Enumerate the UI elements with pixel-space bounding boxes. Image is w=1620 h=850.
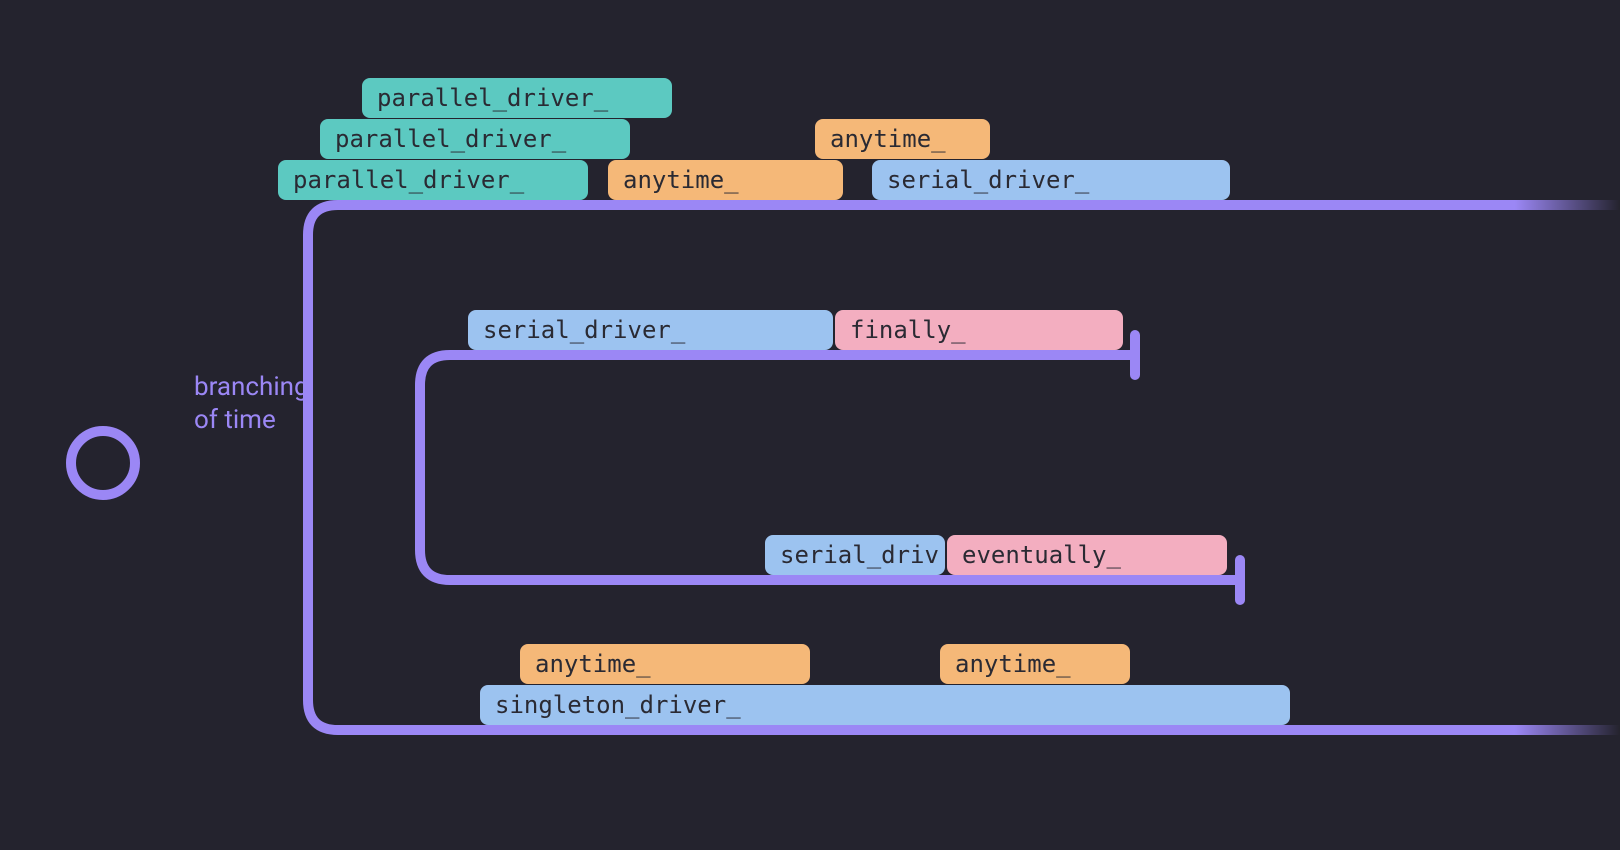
svg-text:parallel_driver_: parallel_driver_ xyxy=(293,166,525,194)
svg-text:parallel_driver_: parallel_driver_ xyxy=(377,84,609,112)
tag-parallel-driver-2: parallel_driver_ xyxy=(320,119,630,159)
tag-singleton-driver: singleton_driver_ xyxy=(480,685,1290,725)
caption-line1: branching xyxy=(194,372,309,402)
svg-text:eventually_: eventually_ xyxy=(962,541,1121,569)
svg-text:finally_: finally_ xyxy=(850,316,966,344)
svg-text:parallel_driver_: parallel_driver_ xyxy=(335,125,567,153)
svg-text:anytime_: anytime_ xyxy=(955,650,1071,678)
tag-anytime-top1: anytime_ xyxy=(608,160,843,200)
tag-serial-driver-trunc: serial_driv xyxy=(765,535,945,575)
svg-text:anytime_: anytime_ xyxy=(623,166,739,194)
branch-2 xyxy=(420,355,1135,463)
svg-text:anytime_: anytime_ xyxy=(830,125,946,153)
origin-node xyxy=(71,431,135,495)
tag-anytime-bot2: anytime_ xyxy=(940,644,1130,684)
branching-diagram: branching of time parallel_driver_ anyti… xyxy=(0,0,1620,850)
svg-text:serial_driv: serial_driv xyxy=(780,541,939,569)
svg-text:singleton_driver_: singleton_driver_ xyxy=(495,691,741,719)
tag-finally: finally_ xyxy=(835,310,1123,350)
svg-text:anytime_: anytime_ xyxy=(535,650,651,678)
tag-anytime-bot1: anytime_ xyxy=(520,644,810,684)
tag-anytime-top2: anytime_ xyxy=(815,119,990,159)
tag-parallel-driver-1: parallel_driver_ xyxy=(362,78,672,118)
tag-parallel-driver-3: parallel_driver_ xyxy=(278,160,588,200)
tag-serial-driver-mid: serial_driver_ xyxy=(468,310,833,350)
svg-text:serial_driver_: serial_driver_ xyxy=(887,166,1090,194)
tag-serial-driver-top: serial_driver_ xyxy=(872,160,1230,200)
svg-text:serial_driver_: serial_driver_ xyxy=(483,316,686,344)
caption-line2: of time xyxy=(194,405,276,435)
tag-eventually: eventually_ xyxy=(947,535,1227,575)
